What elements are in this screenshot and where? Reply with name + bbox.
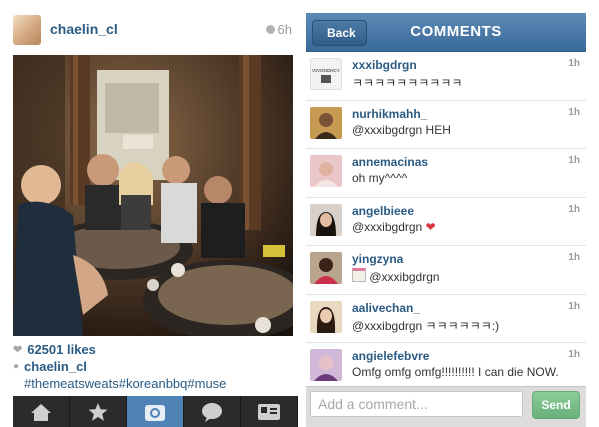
comment-text: @xxxibgdrgn ❤ bbox=[352, 220, 436, 234]
tab-camera[interactable] bbox=[127, 396, 184, 427]
comment-username[interactable]: angielefebvre bbox=[352, 349, 429, 363]
comment-item: angielefebvre 1h Omfg omfg omfg!!!!!!!!!… bbox=[306, 343, 586, 391]
user-photo-avatar bbox=[310, 300, 342, 333]
tab-home[interactable] bbox=[13, 396, 70, 427]
speech-bubble-icon bbox=[202, 402, 222, 422]
comment-username[interactable]: xxxibgdrgn bbox=[352, 58, 417, 72]
comment-item: yingzyna 1h @xxxibgdrgn bbox=[306, 246, 586, 295]
profile-card-icon bbox=[258, 403, 280, 420]
comment-item: GIVONGNCY xxxibgdrgn 1h ㅋㅋㅋㅋㅋㅋㅋㅋㅋㅋ bbox=[306, 52, 586, 101]
comment-text-label: @xxxibgdrgn bbox=[369, 270, 440, 284]
caption: ● chaelin_cl #themeatsweats#koreanbbq#mu… bbox=[13, 359, 226, 391]
page-title: COMMENTS bbox=[410, 23, 502, 40]
cake-emoji-icon bbox=[352, 268, 366, 282]
post-username[interactable]: chaelin_cl bbox=[50, 21, 118, 37]
comment-time: 1h bbox=[568, 155, 580, 166]
home-icon bbox=[31, 403, 51, 421]
comment-time: 1h bbox=[568, 300, 580, 312]
restaurant-photo bbox=[13, 55, 293, 336]
tab-bar bbox=[13, 396, 298, 427]
avatar[interactable] bbox=[310, 106, 342, 139]
user-photo-avatar bbox=[310, 203, 342, 236]
send-button[interactable]: Send bbox=[532, 391, 580, 419]
tab-profile[interactable] bbox=[241, 396, 298, 427]
user-photo-avatar bbox=[310, 155, 342, 187]
comment-item: angelbieee 1h @xxxibgdrgn ❤ bbox=[306, 198, 586, 246]
comment-text: @xxxibgdrgn ㅋㅋㅋㅋㅋㅋ:) bbox=[352, 318, 500, 333]
avatar[interactable] bbox=[310, 300, 342, 333]
comment-input[interactable] bbox=[310, 391, 523, 417]
comment-text: @xxxibgdrgn HEH bbox=[352, 122, 451, 137]
tab-news[interactable] bbox=[184, 396, 241, 427]
avatar[interactable] bbox=[310, 252, 342, 284]
avatar[interactable] bbox=[13, 15, 41, 45]
post-time-label: 6h bbox=[277, 22, 292, 37]
heart-emoji-icon: ❤ bbox=[425, 219, 436, 234]
comment-time: 1h bbox=[568, 58, 580, 69]
avatar[interactable]: GIVONGNCY bbox=[310, 58, 342, 90]
nav-bar: Back COMMENTS bbox=[306, 13, 586, 52]
likes-row[interactable]: ❤ 62501 likes bbox=[13, 342, 96, 357]
star-icon bbox=[88, 402, 108, 421]
comment-username[interactable]: nurhikmahh_ bbox=[352, 107, 427, 121]
post-header: chaelin_cl 6h bbox=[0, 0, 300, 54]
comment-text: ㅋㅋㅋㅋㅋㅋㅋㅋㅋㅋ bbox=[352, 76, 463, 90]
comment-input-bar: Send bbox=[306, 386, 586, 427]
speech-bubble-icon: ● bbox=[13, 361, 20, 372]
comment-username[interactable]: annemacinas bbox=[352, 155, 428, 169]
likes-count: 62501 likes bbox=[27, 342, 96, 357]
post-time: 6h bbox=[265, 22, 292, 37]
caption-username[interactable]: chaelin_cl bbox=[24, 359, 226, 374]
avatar[interactable] bbox=[310, 203, 342, 236]
comment-username[interactable]: angelbieee bbox=[352, 204, 414, 218]
heart-icon: ❤ bbox=[13, 344, 23, 356]
user-photo-avatar bbox=[310, 349, 342, 381]
comment-text: oh my^^^^ bbox=[352, 171, 408, 185]
comment-list: GIVONGNCY xxxibgdrgn 1h ㅋㅋㅋㅋㅋㅋㅋㅋㅋㅋ nurhi… bbox=[306, 52, 586, 391]
comment-text: Omfg omfg omfg!!!!!!!!!! I can die NOW. bbox=[352, 365, 559, 379]
avatar[interactable] bbox=[310, 349, 342, 381]
tab-explore[interactable] bbox=[70, 396, 127, 427]
caption-hashtags[interactable]: #themeatsweats#koreanbbq#muse bbox=[24, 376, 226, 391]
comment-text-label: @xxxibgdrgn bbox=[352, 219, 423, 234]
avatar[interactable] bbox=[310, 155, 342, 187]
logo-avatar-image: GIVONGNCY bbox=[310, 58, 342, 90]
comment-username[interactable]: aalivechan_ bbox=[352, 301, 420, 315]
user-photo-avatar bbox=[310, 106, 342, 139]
comment-item: annemacinas 1h oh my^^^^ bbox=[306, 149, 586, 198]
user-photo-avatar bbox=[310, 252, 342, 284]
comment-text: @xxxibgdrgn bbox=[352, 268, 440, 284]
comment-time: 1h bbox=[568, 349, 580, 360]
camera-icon bbox=[145, 404, 165, 421]
comment-time: 1h bbox=[568, 252, 580, 263]
post-photo[interactable] bbox=[13, 55, 293, 336]
clock-icon bbox=[265, 25, 275, 34]
comment-item: aalivechan_ 1h @xxxibgdrgn ㅋㅋㅋㅋㅋㅋ:) bbox=[306, 295, 586, 343]
comment-username[interactable]: yingzyna bbox=[352, 252, 403, 266]
comment-time: 1h bbox=[568, 106, 580, 118]
comment-item: nurhikmahh_ 1h @xxxibgdrgn HEH bbox=[306, 101, 586, 149]
avatar-logo-text: GIVONGNCY bbox=[312, 68, 340, 73]
comment-time: 1h bbox=[568, 203, 580, 215]
comments-panel: Back COMMENTS GIVONGNCY xxxibgdrgn 1h ㅋㅋ… bbox=[306, 13, 586, 427]
post-panel: chaelin_cl 6h ❤ 62501 likes ● chaelin_cl… bbox=[0, 0, 300, 427]
